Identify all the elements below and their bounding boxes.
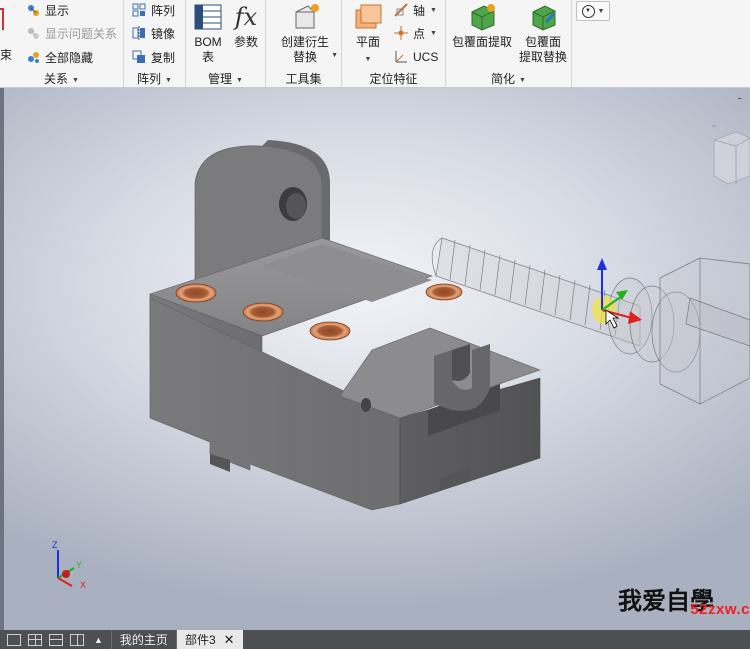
bushing-2[interactable] bbox=[242, 302, 284, 322]
group-manage: BOM 表 fx 参数 管理 ▼ bbox=[186, 0, 266, 88]
tabs-up-icon[interactable]: ▲ bbox=[94, 635, 103, 645]
window-cascade-icon[interactable] bbox=[7, 633, 21, 646]
shrinkwrap-button[interactable]: 包覆面提取 bbox=[450, 2, 514, 50]
shrinkwrap-substitute-button[interactable]: 包覆面 提取替换 bbox=[516, 2, 570, 65]
hide-all-button[interactable]: 全部隐藏 bbox=[26, 47, 93, 67]
bom-table-icon bbox=[194, 4, 222, 30]
bushing-4[interactable] bbox=[425, 283, 463, 301]
circle-down-icon: ▼ bbox=[581, 4, 595, 18]
point-icon bbox=[394, 26, 408, 40]
point-label: 点 bbox=[413, 26, 426, 41]
window-vertical-icon[interactable] bbox=[70, 633, 84, 646]
ribbon: 束 显示 显示问题关系 全部隐藏 关系 ▼ 阵列 镜像 复制 阵列 ▼ BOM … bbox=[0, 0, 750, 88]
axis-y-label: Y bbox=[76, 560, 82, 570]
point-dropdown-icon[interactable]: ▼ bbox=[430, 30, 437, 37]
shrinkwrap-sub-label-1: 包覆面 bbox=[524, 35, 561, 49]
show-label: 显示 bbox=[45, 3, 70, 18]
copy-icon bbox=[132, 50, 146, 64]
plane-dropdown-icon[interactable]: ▼ bbox=[365, 56, 372, 63]
point-button[interactable]: 点 ▼ bbox=[394, 23, 437, 43]
pattern-button[interactable]: 阵列 bbox=[132, 0, 175, 20]
ucs-icon bbox=[394, 50, 408, 64]
tab-my-home[interactable]: 我的主页 bbox=[110, 630, 176, 649]
show-problem-icon bbox=[26, 26, 40, 40]
axis-x-label: X bbox=[80, 580, 86, 590]
tab-close-icon[interactable]: ✕ bbox=[224, 632, 235, 648]
mirror-label: 镜像 bbox=[151, 26, 176, 41]
tab-part3-label: 部件3 bbox=[184, 633, 216, 647]
derive-dropdown-icon[interactable]: ▼ bbox=[331, 48, 338, 63]
ribbon-options-dropdown-icon: ▼ bbox=[597, 7, 605, 15]
bushing-3[interactable] bbox=[309, 321, 351, 341]
group-productivity: 创建衍生 替换 ▼ 工具集 bbox=[266, 0, 342, 88]
axis-label: 轴 bbox=[413, 3, 426, 18]
watermark-url: 52zxw.c bbox=[690, 601, 750, 618]
tab-part3[interactable]: 部件3 ✕ bbox=[175, 630, 243, 649]
hide-all-icon bbox=[26, 50, 40, 64]
group-simplification: 包覆面提取 包覆面 提取替换 简化 ▼ bbox=[446, 0, 572, 88]
group-label-manage[interactable]: 管理 ▼ bbox=[186, 70, 265, 87]
axis-icon bbox=[394, 3, 408, 17]
group-work-features: 平面 ▼ 轴 ▼ 点 ▼ UCS 定位特征 bbox=[342, 0, 446, 88]
group-label-productivity: 工具集 bbox=[285, 72, 322, 86]
plane-label: 平面 bbox=[355, 35, 380, 49]
shrinkwrap-substitute-icon bbox=[532, 5, 556, 31]
fx-icon: fx bbox=[234, 3, 258, 31]
bom-button[interactable]: BOM 表 bbox=[190, 2, 226, 65]
show-button[interactable]: 显示 bbox=[26, 0, 69, 20]
show-relations-icon bbox=[26, 3, 40, 17]
ribbon-options-button[interactable]: ▼ ▼ bbox=[576, 1, 610, 21]
constraint-label: 束 bbox=[0, 47, 13, 62]
ucs-label: UCS bbox=[413, 50, 439, 64]
derive-substitute-icon bbox=[295, 4, 319, 29]
mirror-button[interactable]: 镜像 bbox=[132, 23, 175, 43]
axis-button[interactable]: 轴 ▼ bbox=[394, 0, 437, 20]
bom-label-1: BOM bbox=[194, 35, 222, 49]
watermark-logo: 我爱自學 52zxw.c bbox=[618, 578, 750, 619]
viewport-left-edge bbox=[0, 88, 4, 630]
copy-button[interactable]: 复制 bbox=[132, 47, 175, 67]
bushing-1[interactable] bbox=[175, 283, 217, 303]
window-horizontal-icon[interactable] bbox=[49, 633, 63, 646]
plane-icon bbox=[355, 4, 382, 29]
show-problem-label: 显示问题关系 bbox=[45, 26, 118, 41]
mirror-icon bbox=[132, 26, 146, 40]
graphics-viewport[interactable]: Z Y X - 我爱自學 52zxw.c bbox=[0, 88, 750, 630]
axis-indicator: Z Y X bbox=[52, 540, 86, 590]
hide-all-label: 全部隐藏 bbox=[45, 50, 94, 65]
shrinkwrap-icon bbox=[471, 4, 495, 31]
derive-label-1: 创建衍生 bbox=[280, 35, 329, 49]
pattern-label: 阵列 bbox=[151, 3, 176, 18]
plane-button[interactable]: 平面 ▼ bbox=[348, 2, 388, 67]
constraint-icon bbox=[0, 8, 4, 30]
group-label-work-features: 定位特征 bbox=[369, 72, 418, 86]
create-derive-button[interactable]: 创建衍生 替换 ▼ bbox=[272, 2, 338, 65]
tab-my-home-label: 我的主页 bbox=[119, 633, 168, 647]
status-bar: ▲ 我的主页 部件3 ✕ bbox=[0, 630, 750, 649]
group-relationships: 束 显示 显示问题关系 全部隐藏 关系 ▼ bbox=[0, 0, 124, 88]
derive-label-2: 替换 bbox=[292, 50, 317, 64]
axis-dropdown-icon[interactable]: ▼ bbox=[430, 7, 437, 14]
ucs-button[interactable]: UCS bbox=[394, 47, 438, 67]
parameters-label: 参数 bbox=[233, 35, 258, 49]
viewport-minimize-button[interactable]: - bbox=[738, 90, 742, 105]
shrinkwrap-sub-label-2: 提取替换 bbox=[518, 50, 567, 64]
group-label-relationships[interactable]: 关系 ▼ bbox=[0, 70, 123, 87]
copy-label: 复制 bbox=[151, 50, 176, 65]
group-label-simplification[interactable]: 简化 ▼ bbox=[446, 70, 571, 87]
pattern-icon bbox=[132, 3, 146, 17]
viewcube[interactable] bbox=[712, 125, 750, 185]
assembly-model[interactable]: Z Y X bbox=[0, 88, 750, 630]
parameters-button[interactable]: fx 参数 bbox=[230, 2, 262, 50]
axis-z-label: Z bbox=[52, 540, 58, 550]
group-label-pattern[interactable]: 阵列 ▼ bbox=[124, 70, 185, 87]
bom-label-2: 表 bbox=[201, 50, 214, 64]
group-pattern: 阵列 镜像 复制 阵列 ▼ bbox=[124, 0, 186, 88]
show-problem-button[interactable]: 显示问题关系 bbox=[26, 23, 117, 43]
constraint-button[interactable]: 束 bbox=[0, 8, 12, 62]
window-tile-icon[interactable] bbox=[28, 633, 42, 646]
shrinkwrap-label: 包覆面提取 bbox=[451, 35, 512, 49]
